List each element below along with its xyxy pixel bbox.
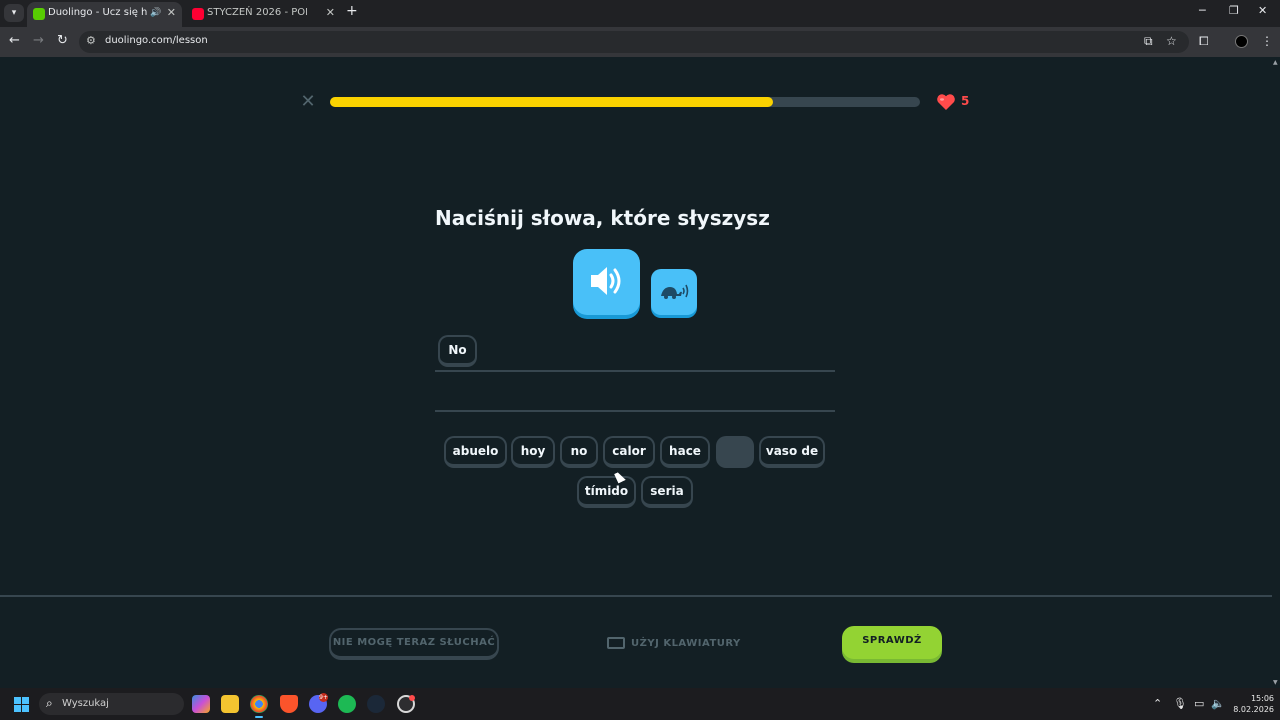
lesson-footer: NIE MOGĘ TERAZ SŁUCHAĆ UŻYJ KLAWIATURY S… bbox=[0, 595, 1272, 688]
minimize-icon[interactable]: ─ bbox=[1199, 4, 1206, 17]
tab-duolingo[interactable]: Duolingo - Ucz się hiszpańskiego 🔊 ✕ bbox=[27, 2, 182, 27]
tab-audio-icon[interactable]: 🔊 bbox=[150, 2, 161, 24]
browser-toolbar: ← → ↻ ⚙ duolingo.com/lesson ⧉ ☆ ⧠ ⋮ bbox=[0, 27, 1280, 57]
profile-avatar[interactable] bbox=[1235, 35, 1248, 48]
browser-tab-strip: ▾ Duolingo - Ucz się hiszpańskiego 🔊 ✕ S… bbox=[0, 0, 1280, 27]
browser-menu-icon[interactable]: ⋮ bbox=[1261, 34, 1273, 48]
volume-icon[interactable]: 🔈 bbox=[1211, 697, 1225, 710]
tab-twitch[interactable]: STYCZEŃ 2026 - POLSKI TWITCH ✕ bbox=[186, 2, 341, 27]
search-icon: ⌕ bbox=[46, 696, 53, 710]
file-explorer-icon[interactable] bbox=[221, 695, 239, 713]
answer-line bbox=[435, 410, 835, 412]
word-bank-chip[interactable]: seria bbox=[641, 476, 693, 508]
use-keyboard-button[interactable]: UŻYJ KLAWIATURY bbox=[607, 635, 741, 653]
notification-dot bbox=[409, 695, 415, 701]
network-icon[interactable]: ▭ bbox=[1194, 697, 1204, 710]
tab-title: STYCZEŃ 2026 - POLSKI TWITCH bbox=[207, 7, 307, 18]
restore-icon[interactable]: ❐ bbox=[1229, 4, 1239, 17]
heart-icon bbox=[937, 94, 955, 110]
address-bar[interactable]: ⚙ duolingo.com/lesson bbox=[79, 31, 1189, 53]
use-keyboard-label: UŻYJ KLAWIATURY bbox=[631, 638, 741, 649]
word-bank-chip[interactable]: vaso de bbox=[759, 436, 825, 468]
extensions-icon[interactable]: ⧠ bbox=[1199, 34, 1209, 49]
word-bank-chip[interactable]: hoy bbox=[511, 436, 555, 468]
lesson-progress-bar bbox=[330, 97, 920, 107]
copilot-icon[interactable] bbox=[192, 695, 210, 713]
speaker-icon bbox=[591, 267, 621, 295]
word-bank-chip[interactable]: calor bbox=[603, 436, 655, 468]
tab-close-icon[interactable]: ✕ bbox=[326, 2, 335, 24]
word-bank-chip[interactable]: tímido bbox=[577, 476, 636, 508]
duolingo-favicon-icon bbox=[33, 8, 45, 20]
cant-listen-button[interactable]: NIE MOGĘ TERAZ SŁUCHAĆ bbox=[329, 628, 499, 660]
taskbar-clock[interactable]: 15:06 8.02.2026 bbox=[1230, 693, 1274, 715]
word-bank-chip[interactable]: no bbox=[560, 436, 598, 468]
url-text: duolingo.com/lesson bbox=[105, 35, 208, 46]
tab-title: Duolingo - Ucz się hiszpańskiego bbox=[48, 7, 148, 18]
check-button[interactable]: SPRAWDŹ bbox=[842, 626, 942, 659]
close-lesson-icon[interactable]: ✕ bbox=[300, 93, 316, 111]
taskbar: ⌕ Wyszukaj bbox=[0, 688, 1280, 720]
window-close-icon[interactable]: ✕ bbox=[1258, 4, 1267, 17]
windows-start-icon[interactable] bbox=[14, 697, 29, 712]
play-audio-button[interactable] bbox=[573, 249, 640, 315]
site-info-icon[interactable]: ⚙ bbox=[86, 34, 96, 47]
tray-overflow-icon[interactable]: ⌃ bbox=[1153, 697, 1162, 710]
steam-icon[interactable] bbox=[367, 695, 385, 713]
hearts-count: 5 bbox=[961, 94, 970, 108]
answer-chip[interactable]: No bbox=[438, 335, 477, 367]
scroll-down-icon[interactable]: ▼ bbox=[1273, 679, 1278, 686]
lesson-page bbox=[0, 57, 1272, 688]
discord-notification-badge: 9+ bbox=[319, 693, 328, 702]
chrome-icon[interactable] bbox=[250, 695, 268, 718]
word-bank-chip[interactable]: abuelo bbox=[444, 436, 507, 468]
spotify-icon[interactable] bbox=[338, 695, 356, 713]
keyboard-icon bbox=[607, 637, 625, 649]
word-bank-chip[interactable]: hace bbox=[660, 436, 710, 468]
taskbar-search[interactable]: ⌕ Wyszukaj bbox=[39, 693, 184, 715]
back-icon[interactable]: ← bbox=[9, 33, 20, 48]
brave-icon[interactable] bbox=[280, 695, 298, 713]
reload-icon[interactable]: ↻ bbox=[57, 33, 68, 48]
tab-close-icon[interactable]: ✕ bbox=[167, 2, 176, 24]
forward-icon[interactable]: → bbox=[33, 33, 44, 48]
lesson-progress-fill bbox=[330, 97, 773, 107]
microphone-icon[interactable]: 🎙 bbox=[1173, 697, 1187, 710]
new-tab-button[interactable]: + bbox=[346, 3, 358, 19]
bookmark-star-icon[interactable]: ☆ bbox=[1166, 34, 1177, 48]
turtle-icon bbox=[661, 284, 689, 299]
youtube-favicon-icon bbox=[192, 8, 204, 20]
exercise-prompt: Naciśnij słowa, które słyszysz bbox=[435, 206, 770, 230]
answer-line bbox=[435, 370, 835, 372]
install-app-icon[interactable]: ⧉ bbox=[1144, 34, 1153, 49]
clock-date: 8.02.2026 bbox=[1233, 705, 1274, 714]
tab-search-button[interactable]: ▾ bbox=[4, 4, 24, 22]
clock-time: 15:06 bbox=[1250, 694, 1274, 703]
word-bank-used-slot bbox=[716, 436, 754, 468]
search-placeholder: Wyszukaj bbox=[62, 698, 109, 709]
page-scrollbar[interactable]: ▲ ▼ bbox=[1272, 57, 1280, 688]
scroll-up-icon[interactable]: ▲ bbox=[1273, 59, 1278, 66]
play-slow-audio-button[interactable] bbox=[651, 269, 697, 315]
